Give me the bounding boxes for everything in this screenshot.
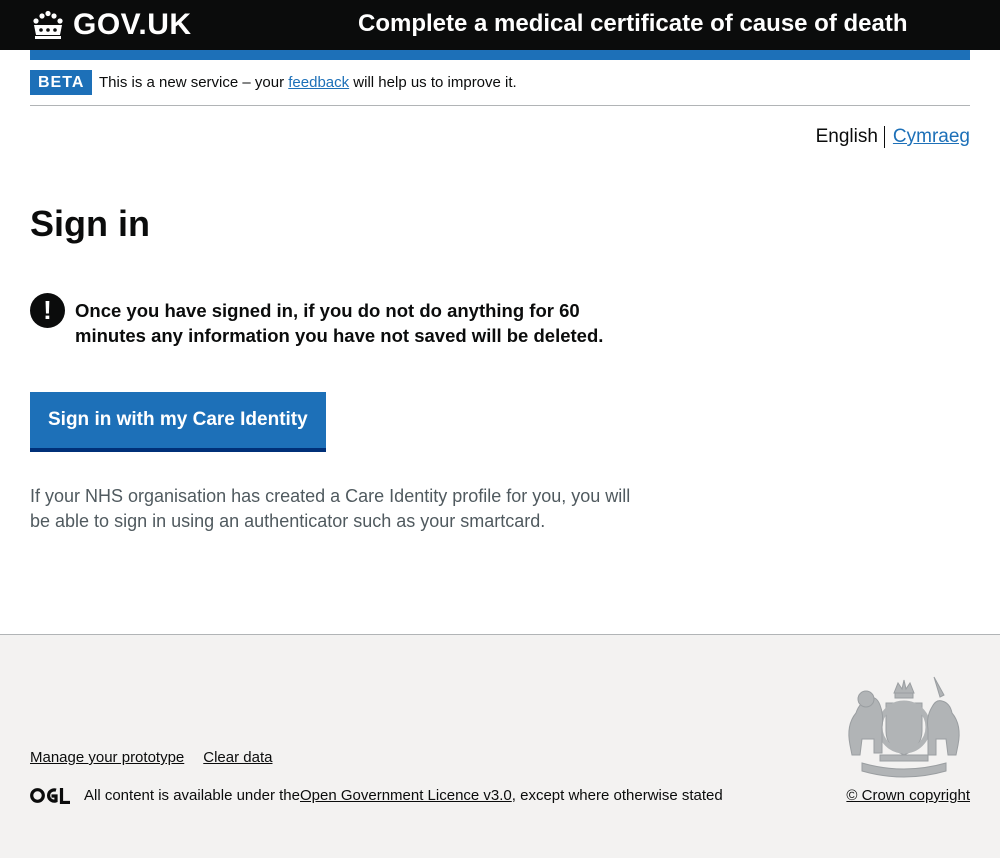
royal-coat-of-arms-icon xyxy=(848,676,960,778)
crown-copyright-link[interactable]: © Crown copyright xyxy=(846,787,970,804)
crown-icon xyxy=(33,10,63,39)
phase-text-after: will help us to improve it. xyxy=(349,74,517,91)
phase-banner: BETA This is a new service – your feedba… xyxy=(30,70,970,106)
language-current: English xyxy=(816,126,885,148)
service-name-link[interactable]: Complete a medical certificate of cause … xyxy=(358,10,908,38)
site-footer: Manage your prototype Clear data All con… xyxy=(0,634,1000,858)
copyright: © Crown copyright xyxy=(846,787,970,804)
care-identity-hint: If your NHS organisation has created a C… xyxy=(30,486,631,531)
warning-message: Once you have signed in, if you do not d… xyxy=(75,300,604,346)
site-header: GOV.UK Complete a medical certificate of… xyxy=(0,0,1000,50)
ogl-licence-link[interactable]: Open Government Licence v3.0 xyxy=(300,787,512,804)
clear-data-link[interactable]: Clear data xyxy=(203,749,272,766)
feedback-link[interactable]: feedback xyxy=(288,74,349,91)
licence-text-before: All content is available under the xyxy=(84,787,300,804)
beta-tag: BETA xyxy=(30,70,93,95)
page-title: Sign in xyxy=(30,203,150,244)
manage-prototype-link[interactable]: Manage your prototype xyxy=(30,749,184,766)
ogl-logo-icon xyxy=(30,788,70,804)
language-toggle: English Cymraeg xyxy=(816,126,970,148)
language-welsh-link[interactable]: Cymraeg xyxy=(885,126,970,148)
licence-text-after: , except where otherwise stated xyxy=(511,787,723,804)
licence-row: All content is available under the Open … xyxy=(30,787,723,804)
phase-text-before: This is a new service – your xyxy=(99,74,289,91)
header-blue-bar xyxy=(30,50,970,60)
sign-in-care-identity-button[interactable]: Sign in with my Care Identity xyxy=(30,392,326,448)
footer-links: Manage your prototype Clear data xyxy=(30,749,272,766)
phase-banner-text: This is a new service – your feedback wi… xyxy=(99,74,517,91)
govuk-logo-text: GOV.UK xyxy=(73,8,192,41)
govuk-home-link[interactable]: GOV.UK xyxy=(30,8,192,42)
warning-icon: ! xyxy=(30,293,65,328)
